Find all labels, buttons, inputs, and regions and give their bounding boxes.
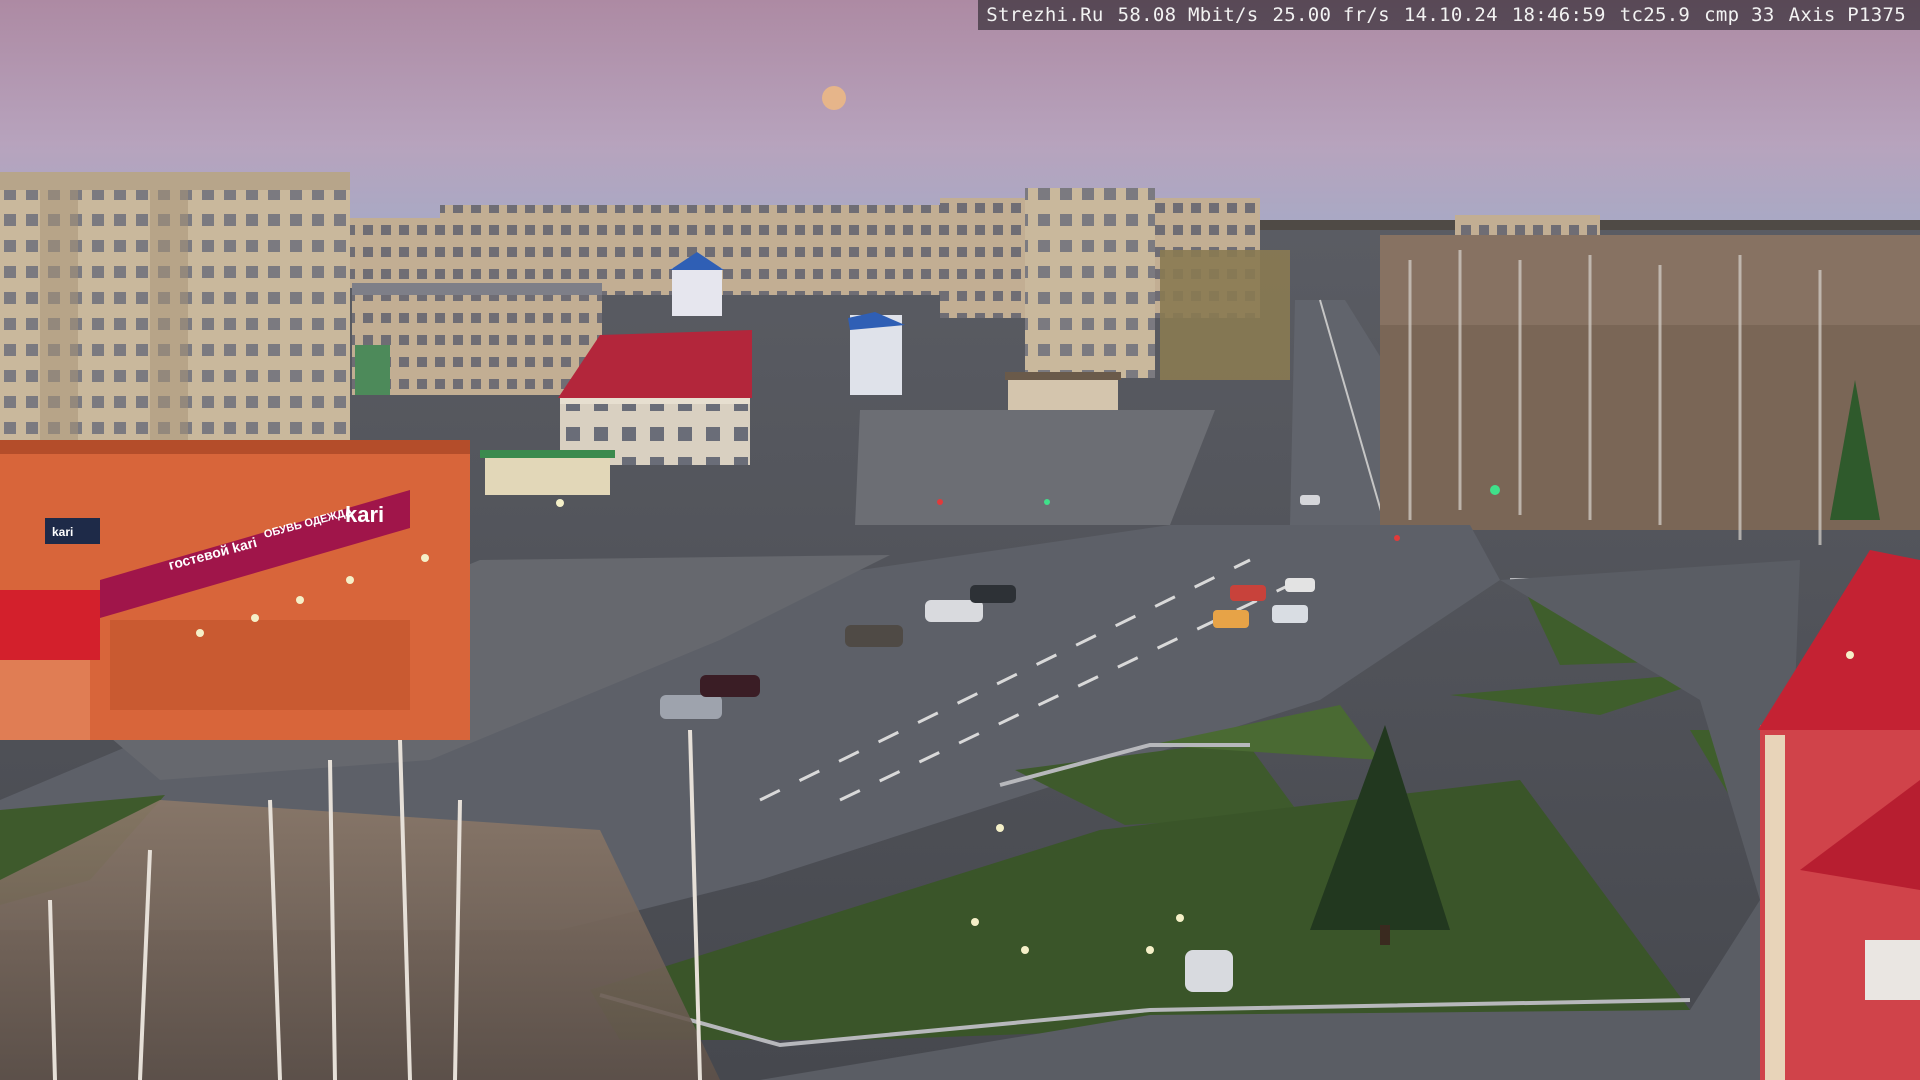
apartment-block-mid [352,283,602,395]
kari-store [0,440,470,740]
webcam-frame: kari гостевой kari ОБУВЬ ОДЕЖДА kari Str… [0,0,1920,1080]
green-pavilion [485,455,610,495]
city-scene: kari гостевой kari ОБУВЬ ОДЕЖДА kari [0,0,1920,1080]
osd-site: Strezhi.Ru [986,4,1104,26]
osd-bitrate: 58.08 Mbit/s [1117,4,1259,26]
osd-cmp: cmp 33 [1704,4,1775,26]
camera-osd-overlay: Strezhi.Ru 58.08 Mbit/s 25.00 fr/s 14.10.24… [978,0,1920,30]
osd-framerate: 25.00 fr/s [1272,4,1390,26]
plaza [855,410,1215,525]
low-building-roof [1005,372,1121,380]
osd-tc: tc25.9 [1619,4,1691,26]
osd-date: 14.10.24 [1403,4,1498,26]
osd-time: 18:46:59 [1511,4,1606,26]
moon [822,86,846,110]
osd-camera: Axis P1375 [1788,4,1906,26]
white-tower [672,268,722,316]
green-pavilion-roof [480,450,615,458]
birch-forest-right [1380,235,1920,545]
store-small-sign-text: kari [52,525,73,539]
trees-mid [1160,250,1290,380]
